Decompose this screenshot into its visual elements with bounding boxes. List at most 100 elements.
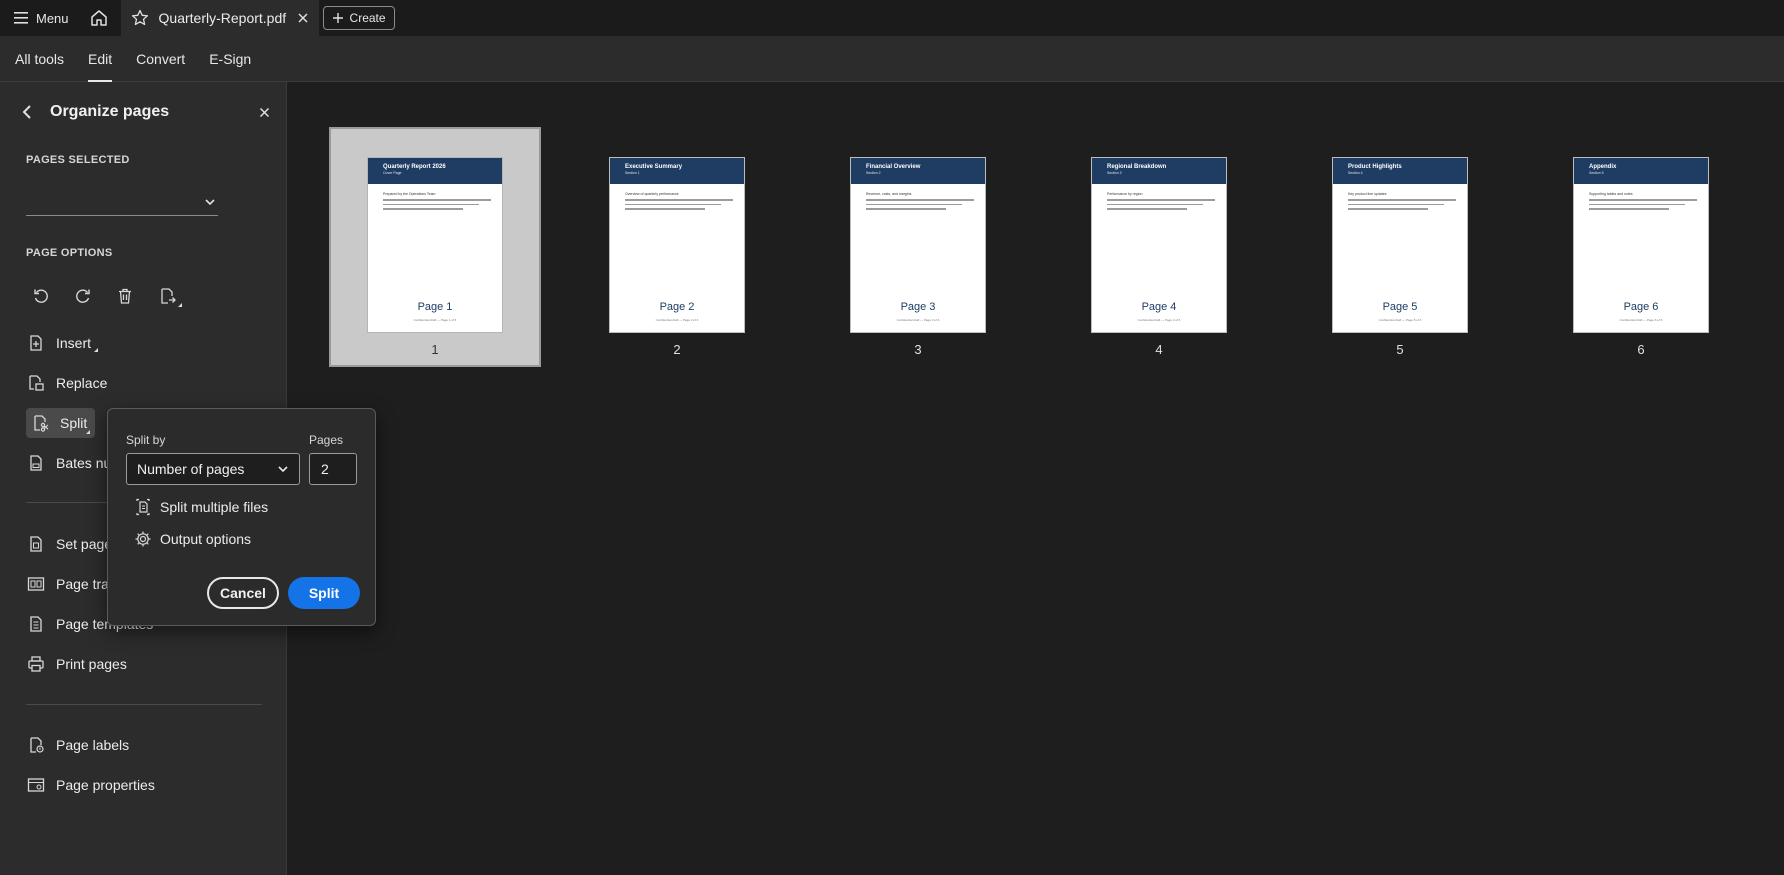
page-subheading: Section 4 xyxy=(1348,171,1363,175)
page-number: 6 xyxy=(1637,342,1645,357)
text-line xyxy=(625,208,705,210)
rotate-right-button[interactable] xyxy=(72,285,94,307)
bates-numbering-button[interactable]: Bates nu xyxy=(26,448,111,478)
split-multiple-files-button[interactable]: Split multiple files xyxy=(134,498,268,516)
page-properties-label: Page properties xyxy=(56,777,155,793)
page-labels-button[interactable]: Page labels xyxy=(26,730,129,760)
page-properties-button[interactable]: Page properties xyxy=(26,770,155,800)
star-icon[interactable] xyxy=(131,9,149,27)
page-subheading: Section 3 xyxy=(1107,171,1122,175)
home-button[interactable] xyxy=(83,0,115,36)
page-big-label: Page 3 xyxy=(900,301,936,313)
page-preview: Appendix Section 5 Supporting tables and… xyxy=(1573,157,1709,333)
rotate-left-icon xyxy=(34,289,48,303)
pages-selected-label: PAGES SELECTED xyxy=(26,154,130,166)
text-line xyxy=(1348,203,1444,205)
page-heading: Executive Summary xyxy=(625,164,683,170)
page-footer-text: Confidential draft — Page 6 of 6 xyxy=(1619,318,1663,322)
split-by-select[interactable]: Number of pages xyxy=(126,453,300,485)
insert-button[interactable]: Insert xyxy=(26,328,98,358)
insert-page-icon xyxy=(26,333,46,353)
page-thumbnail[interactable]: Product Highlights Section 4 Key product… xyxy=(1294,127,1506,367)
tab-convert[interactable]: Convert xyxy=(136,36,185,82)
hamburger-icon xyxy=(14,12,28,24)
page-thumbnail[interactable]: Regional Breakdown Section 3 Performance… xyxy=(1053,127,1265,367)
split-confirm-button[interactable]: Split xyxy=(288,577,360,609)
page-header-band: Regional Breakdown Section 3 xyxy=(1092,158,1226,184)
page-transitions-button[interactable]: Page tran xyxy=(26,569,117,599)
panel-header: Organize pages xyxy=(20,98,270,126)
document-tab[interactable]: Quarterly-Report.pdf xyxy=(120,0,319,36)
chevron-down-icon xyxy=(278,466,288,473)
print-pages-button[interactable]: Print pages xyxy=(26,649,127,679)
pages-count-label: Pages xyxy=(309,433,344,447)
tools-tabs: All tools Edit Convert E-Sign xyxy=(0,36,1784,82)
home-icon xyxy=(90,10,107,26)
chevron-down-icon xyxy=(205,199,215,206)
rotate-left-button[interactable] xyxy=(30,285,52,307)
tab-edit[interactable]: Edit xyxy=(88,36,113,82)
page-labels-label: Page labels xyxy=(56,737,130,753)
page-number: 4 xyxy=(1155,342,1163,357)
menu-button[interactable]: Menu xyxy=(0,0,83,36)
set-page-boxes-button[interactable]: Set page xyxy=(26,529,112,559)
page-labels-icon xyxy=(26,735,46,755)
create-button[interactable]: Create xyxy=(322,6,395,30)
page-thumbnail[interactable]: Executive Summary Section 1 Overview of … xyxy=(571,127,783,367)
section-divider xyxy=(26,704,262,705)
extract-button[interactable] xyxy=(156,285,182,307)
page-options-label: PAGE OPTIONS xyxy=(26,247,113,259)
split-menu-indicator xyxy=(86,430,90,434)
page-thumbnail[interactable]: Quarterly Report 2026 Cover Page Prepare… xyxy=(329,127,541,367)
text-line xyxy=(1107,208,1187,210)
panel-title: Organize pages xyxy=(50,103,170,120)
split-label: Split xyxy=(60,415,88,431)
page-number: 2 xyxy=(673,342,681,357)
page-big-label: Page 5 xyxy=(1382,301,1418,313)
text-line xyxy=(866,203,962,205)
output-options-button[interactable]: Output options xyxy=(134,530,251,548)
trash-icon xyxy=(119,288,131,304)
page-thumbnail[interactable]: Financial Overview Section 2 Revenue, co… xyxy=(812,127,1024,367)
text-line xyxy=(383,199,491,201)
page-heading: Appendix xyxy=(1589,164,1617,170)
menu-label: Menu xyxy=(36,10,69,26)
page-thumbnail[interactable]: Appendix Section 5 Supporting tables and… xyxy=(1535,127,1747,367)
text-line xyxy=(1589,199,1697,201)
bates-icon xyxy=(26,453,46,473)
pages-selected-dropdown[interactable] xyxy=(26,190,218,216)
page-preview: Financial Overview Section 2 Revenue, co… xyxy=(850,157,986,333)
tab-esign[interactable]: E-Sign xyxy=(209,36,251,82)
bates-label: Bates nu xyxy=(56,455,112,471)
insert-label: Insert xyxy=(56,335,92,351)
text-line xyxy=(383,208,463,210)
page-big-label: Page 1 xyxy=(417,301,453,313)
page-header-band: Quarterly Report 2026 Cover Page xyxy=(368,158,502,184)
page-header-band: Appendix Section 5 xyxy=(1574,158,1708,184)
delete-button[interactable] xyxy=(114,285,136,307)
tab-all-tools[interactable]: All tools xyxy=(15,36,64,82)
page-footer-text: Confidential draft — Page 1 of 6 xyxy=(413,318,457,322)
back-arrow-icon[interactable] xyxy=(20,104,34,120)
close-tab-icon[interactable] xyxy=(297,12,309,24)
page-header-band: Financial Overview Section 2 xyxy=(851,158,985,184)
cancel-button[interactable]: Cancel xyxy=(207,577,279,609)
set-page-icon xyxy=(26,534,46,554)
page-properties-icon xyxy=(26,775,46,795)
page-subheading: Section 5 xyxy=(1589,171,1604,175)
page-big-label: Page 2 xyxy=(659,301,695,313)
text-line xyxy=(383,203,479,205)
close-panel-icon[interactable] xyxy=(259,107,270,118)
page-subheading: Section 2 xyxy=(866,171,881,175)
page-preview: Quarterly Report 2026 Cover Page Prepare… xyxy=(367,157,503,333)
text-line xyxy=(625,203,721,205)
text-line xyxy=(1107,199,1215,201)
page-lead-text: Overview of quarterly performance xyxy=(625,192,679,196)
page-heading: Product Highlights xyxy=(1348,164,1402,170)
split-button[interactable]: Split xyxy=(26,408,96,438)
replace-button[interactable]: Replace xyxy=(26,368,107,398)
page-heading: Quarterly Report 2026 xyxy=(383,164,446,170)
split-multiple-files-icon xyxy=(136,498,150,516)
page-subheading: Section 1 xyxy=(625,171,640,175)
pages-count-input[interactable] xyxy=(309,453,357,485)
